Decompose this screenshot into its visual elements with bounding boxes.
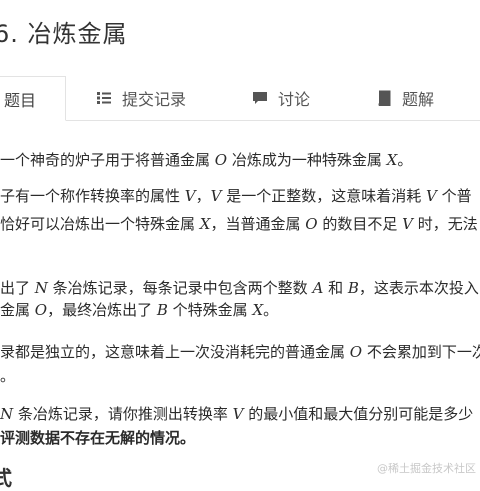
- text: 金属: [0, 301, 35, 319]
- text: 和: [323, 279, 348, 297]
- statement-line-1: 一个神奇的炉子用于将普通金属 O 冶炼成为一种特殊金属 X。: [0, 150, 412, 170]
- math-X: X: [199, 215, 211, 233]
- math-B: B: [347, 279, 359, 297]
- math-O: O: [34, 301, 48, 319]
- text: 冶炼成为一种特殊金属: [227, 151, 387, 169]
- text: 条冶炼记录，每条记录中包含两个整数: [47, 279, 313, 297]
- text: ，: [195, 187, 211, 205]
- math-N: N: [0, 405, 14, 423]
- math-N: N: [34, 279, 48, 297]
- math-X: X: [386, 151, 398, 169]
- text: 是一个正整数，这意味着消耗: [221, 187, 427, 205]
- statement-line-4: 出了 N 条冶炼记录，每条记录中包含两个整数 A 和 B，这表示本次投入: [0, 278, 479, 298]
- statement-line-6: 录都是独立的，这意味着上一次没消耗完的普通金属 O 不会累加到下一次: [0, 342, 480, 362]
- statement-line-7: 。: [0, 366, 15, 386]
- statement-line-3: 恰好可以冶炼出一个特殊金属 X，当普通金属 O 的数目不足 V 时，无法: [0, 214, 478, 234]
- section-heading: 式: [0, 466, 12, 490]
- text: 条冶炼记录，请你推测出转换率: [13, 405, 233, 423]
- text: 个特殊金属: [167, 301, 253, 319]
- text: 评测数据不存在无解的情况。: [0, 429, 196, 447]
- text: 。: [263, 301, 279, 319]
- statement-line-9: 评测数据不存在无解的情况。: [0, 428, 195, 448]
- math-O: O: [305, 215, 318, 233]
- math-O: O: [214, 151, 228, 169]
- math-B: B: [156, 301, 168, 319]
- text: 出了: [0, 279, 35, 297]
- text: 不会累加到下一次: [362, 343, 480, 361]
- text: ，这表示本次投入: [358, 279, 479, 297]
- math-V: V: [232, 405, 244, 423]
- problem-statement: 一个神奇的炉子用于将普通金属 O 冶炼成为一种特殊金属 X。 子有一个称作转换率…: [0, 0, 480, 480]
- text: 的最小值和最大值分别可能是多少: [243, 405, 474, 423]
- text: 录都是独立的，这意味着上一次没消耗完的普通金属: [0, 343, 350, 361]
- math-V: V: [402, 215, 413, 233]
- text: ，当普通金属: [210, 215, 306, 233]
- text: 一个神奇的炉子用于将普通金属: [0, 151, 215, 169]
- math-V: V: [426, 187, 437, 205]
- text: ，最终冶炼出了: [47, 301, 157, 319]
- text: 的数目不足: [317, 215, 403, 233]
- math-X: X: [252, 301, 264, 319]
- watermark: @稀土掘金技术社区: [377, 462, 476, 475]
- math-V: V: [184, 187, 196, 205]
- math-V: V: [210, 187, 222, 205]
- math-A: A: [312, 279, 324, 297]
- text: 。: [0, 367, 16, 385]
- statement-line-2: 子有一个称作转换率的属性 V，V 是一个正整数，这意味着消耗 V 个普: [0, 186, 472, 206]
- text: 恰好可以冶炼出一个特殊金属: [0, 215, 200, 233]
- text: 。: [397, 151, 413, 169]
- statement-line-5: 金属 O，最终冶炼出了 B 个特殊金属 X。: [0, 300, 278, 320]
- text: 子有一个称作转换率的属性: [0, 187, 185, 205]
- text: 时，无法: [412, 215, 478, 233]
- statement-line-8: N 条冶炼记录，请你推测出转换率 V 的最小值和最大值分别可能是多少: [0, 404, 473, 424]
- math-O: O: [349, 343, 363, 361]
- text: 个普: [436, 187, 472, 205]
